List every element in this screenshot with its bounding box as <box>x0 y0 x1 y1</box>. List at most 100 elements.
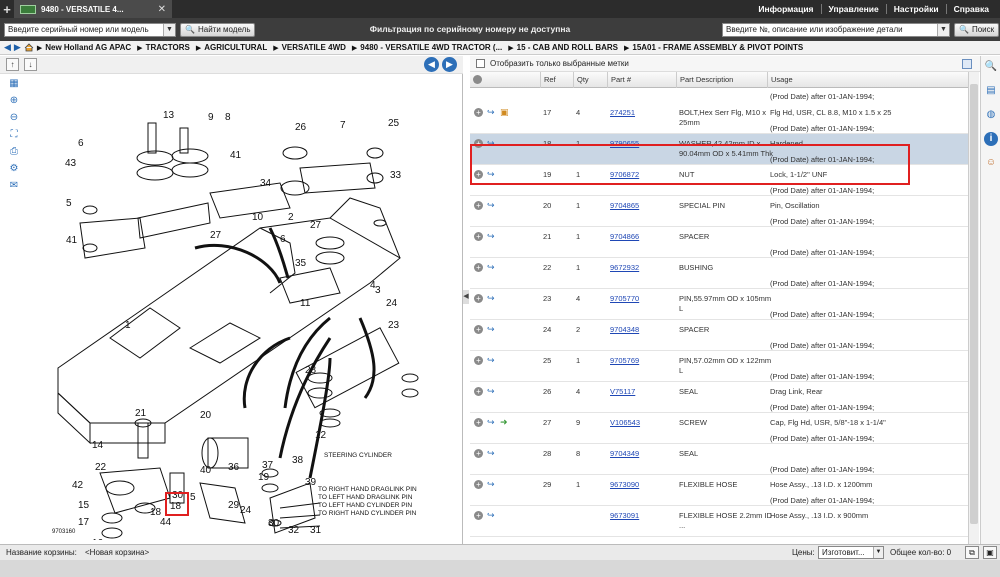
callout-number[interactable]: 6 <box>78 138 84 149</box>
cell-part-number[interactable]: V106543 <box>610 418 640 428</box>
add-all-icon[interactable] <box>473 75 482 84</box>
prices-select[interactable]: Изготовит... ▼ <box>818 546 884 559</box>
add-to-basket-icon[interactable]: + <box>474 108 483 117</box>
cell-part-number[interactable]: 9705770 <box>610 294 639 304</box>
model-tab[interactable]: 9480 - VERSATILE 4... ✕ <box>14 0 172 18</box>
breadcrumb-item[interactable]: New Holland AG APAC <box>45 43 131 52</box>
new-tab-button[interactable]: + <box>0 0 14 18</box>
link-icon[interactable]: ↪ <box>487 200 497 210</box>
callout-number[interactable]: 28 <box>305 365 317 376</box>
cell-part-number[interactable]: 9673091 <box>610 511 639 521</box>
column-description[interactable]: Part Description <box>676 72 767 88</box>
add-to-basket-icon[interactable]: + <box>474 356 483 365</box>
cell-part-number[interactable]: 9704866 <box>610 232 639 242</box>
callout-number[interactable]: 10 <box>252 212 264 223</box>
breadcrumb-item[interactable]: 15 - CAB AND ROLL BARS <box>517 43 618 52</box>
link-icon[interactable]: ↪ <box>487 510 497 520</box>
callout-number[interactable]: 36 <box>228 462 240 473</box>
cell-part-number[interactable]: 9704349 <box>610 449 639 459</box>
callout-number[interactable]: 42 <box>72 480 84 491</box>
pane-collapse-handle[interactable]: ◀ <box>463 290 469 304</box>
callout-number[interactable]: 11 <box>300 298 311 309</box>
callout-number[interactable]: 18 <box>150 507 162 518</box>
callout-number[interactable]: 27 <box>210 230 222 241</box>
callout-number[interactable]: 20 <box>200 410 212 421</box>
info-icon[interactable]: i <box>984 132 998 146</box>
callout-number[interactable]: 14 <box>92 440 104 451</box>
basket-copy-icon[interactable]: ⧉ <box>965 546 979 559</box>
link-icon[interactable]: ↪ <box>487 231 497 241</box>
basket-view-icon[interactable]: ▣ <box>983 546 997 559</box>
callout-number[interactable]: 41 <box>230 150 242 161</box>
callout-number[interactable]: 40 <box>200 465 212 476</box>
chevron-down-icon[interactable]: ▼ <box>937 24 949 36</box>
back-arrow-icon[interactable]: ◀ <box>4 42 11 53</box>
table-row[interactable]: + ↪ 22 1 9672932 BUSHING (Prod Date) after 01-… <box>470 258 968 289</box>
callout-number[interactable]: 9 <box>208 112 214 123</box>
callout-number[interactable]: 27 <box>310 220 322 231</box>
callout-number[interactable]: 32 <box>288 525 300 536</box>
table-row[interactable]: + ↪ 24 2 9704348 SPACER (Prod Date) after 01-J… <box>470 320 968 351</box>
callout-number[interactable]: 29 <box>228 500 240 511</box>
link-icon[interactable]: ↪ <box>487 324 497 334</box>
table-row[interactable]: + ↪ 26 4 V75117 SEAL Drag Link, Rear (Prod Date… <box>470 382 968 413</box>
parts-list-scrollbar[interactable] <box>968 72 979 544</box>
settings-icon[interactable]: ⚙ <box>8 163 20 175</box>
package-icon[interactable]: ▣ <box>500 107 510 117</box>
table-row[interactable]: + ↪ 25 1 9705769 PIN,57.02mm OD x 122mm L (Pro… <box>470 351 968 382</box>
column-part[interactable]: Part # <box>607 72 676 88</box>
callout-number[interactable]: 34 <box>260 178 272 189</box>
find-model-button[interactable]: 🔍 Найти модель <box>180 23 256 37</box>
link-icon[interactable]: ↪ <box>487 355 497 365</box>
table-row[interactable]: + ↪ ➜ 27 9 V106543 SCREW Cap, Flg Hd, USR, 5/8"… <box>470 413 968 444</box>
cell-part-number[interactable]: 9673090 <box>610 480 639 490</box>
add-to-basket-icon[interactable]: + <box>474 263 483 272</box>
grid-view-icon[interactable] <box>962 59 972 69</box>
home-icon[interactable] <box>24 43 34 52</box>
fit-page-icon[interactable]: ⛶ <box>8 129 20 141</box>
zoom-in-icon[interactable]: ⊕ <box>8 95 20 107</box>
print-icon[interactable]: ⎙ <box>8 146 20 158</box>
down-icon[interactable]: ↓ <box>24 58 37 71</box>
chevron-down-icon[interactable]: ▼ <box>163 24 175 36</box>
menu-settings[interactable]: Настройки <box>885 4 946 14</box>
link-icon[interactable]: ↪ <box>487 386 497 396</box>
callout-number[interactable]: 6 <box>280 234 286 245</box>
callout-number[interactable]: 13 <box>163 110 175 121</box>
link-icon[interactable]: ↪ <box>487 448 497 458</box>
add-to-basket-icon[interactable]: + <box>474 449 483 458</box>
table-row[interactable]: + ↪ 20 1 9704865 SPECIAL PIN Pin, Oscillation (… <box>470 196 968 227</box>
up-icon[interactable]: ↑ <box>6 58 19 71</box>
column-qty[interactable]: Qty <box>573 72 607 88</box>
table-row[interactable]: + ↪ ▣ 17 4 274251 BOLT,Hex Serr Flg, M10 x 25m… <box>470 103 968 134</box>
zoom-out-icon[interactable]: ⊖ <box>8 112 20 124</box>
callout-number[interactable]: 8 <box>225 112 231 123</box>
cell-part-number[interactable]: 9704865 <box>610 201 639 211</box>
add-to-basket-icon[interactable]: + <box>474 294 483 303</box>
add-to-basket-icon[interactable]: + <box>474 511 483 520</box>
basket-name-value[interactable]: <Новая корзина> <box>85 548 149 557</box>
link-icon[interactable]: ↪ <box>487 479 497 489</box>
cell-part-number[interactable]: 9705769 <box>610 356 639 366</box>
callout-number[interactable]: 3 <box>375 285 381 296</box>
callout-number[interactable]: 25 <box>388 118 400 129</box>
add-to-basket-icon[interactable]: + <box>474 387 483 396</box>
close-tab-icon[interactable]: ✕ <box>158 4 166 15</box>
breadcrumb-item[interactable]: TRACTORS <box>146 43 190 52</box>
callout-number[interactable]: 26 <box>295 122 307 133</box>
add-to-basket-icon[interactable]: + <box>474 418 483 427</box>
link-icon[interactable]: ↪ <box>487 262 497 272</box>
callout-number[interactable]: 35 <box>295 258 307 269</box>
search-button[interactable]: 🔍 Поиск <box>954 23 1000 37</box>
table-row[interactable]: + ↪ 9673091 FLEXIBLE HOSE 2.2mm ID ... Hose … <box>470 506 968 537</box>
part-search-select[interactable]: Введите №, описание или изображение дета… <box>722 23 950 37</box>
table-row[interactable]: + ↪ 21 1 9704866 SPACER (Prod Date) after 01-J… <box>470 227 968 258</box>
callout-number[interactable]: 23 <box>388 320 400 331</box>
search-icon[interactable]: 🔍 <box>984 60 998 74</box>
add-to-basket-icon[interactable]: + <box>474 325 483 334</box>
callout-number[interactable]: 30 <box>268 518 280 529</box>
callout-number[interactable]: 12 <box>315 430 327 441</box>
cell-part-number[interactable]: 9672932 <box>610 263 639 273</box>
add-to-basket-icon[interactable]: + <box>474 201 483 210</box>
column-ref[interactable]: Ref <box>540 72 573 88</box>
